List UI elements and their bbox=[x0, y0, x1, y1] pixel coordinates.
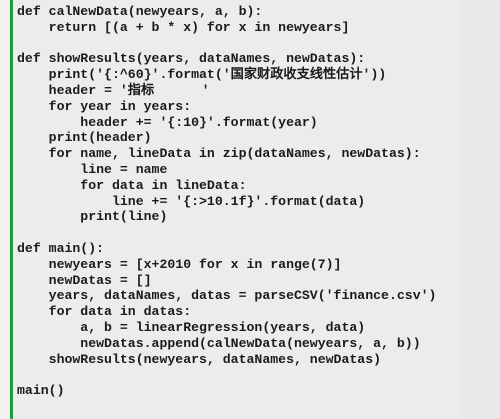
code-line: for name, lineData in zip(dataNames, new… bbox=[17, 146, 421, 162]
code-line: def calNewData(newyears, a, b): bbox=[17, 4, 263, 19]
code-line: line = name bbox=[17, 161, 168, 177]
code-editor[interactable]: def calNewData(newyears, a, b): return [… bbox=[0, 0, 500, 419]
code-line: print(header) bbox=[17, 130, 152, 146]
code-line: newDatas = [] bbox=[17, 272, 152, 288]
code-line: header = '指标 ' bbox=[17, 82, 210, 98]
code-line: for data in datas: bbox=[17, 304, 192, 320]
code-line: header += '{:10}'.format(year) bbox=[17, 114, 318, 130]
code-line: newyears = [x+2010 for x in range(7)] bbox=[17, 256, 342, 272]
code-line: years, dataNames, datas = parseCSV('fina… bbox=[17, 288, 437, 304]
code-line: print('{:^60}'.format('国家财政收支线性估计')) bbox=[17, 67, 387, 83]
code-line: main() bbox=[17, 383, 65, 399]
code-line: print(line) bbox=[17, 209, 168, 225]
gutter-change-marker bbox=[10, 0, 13, 419]
code-line: for year in years: bbox=[17, 98, 192, 114]
code-line: for data in lineData: bbox=[17, 177, 247, 193]
editor-gutter bbox=[0, 0, 10, 419]
code-line: def main(): bbox=[17, 240, 105, 256]
code-line: showResults(newyears, dataNames, newData… bbox=[17, 351, 382, 367]
code-line: a, b = linearRegression(years, data) bbox=[17, 319, 366, 335]
code-line: newDatas.append(calNewData(newyears, a, … bbox=[17, 335, 421, 351]
code-line: return [(a + b * x) for x in newyears] bbox=[17, 19, 350, 35]
code-line: def showResults(years, dataNames, newDat… bbox=[17, 51, 366, 67]
code-area[interactable]: def calNewData(newyears, a, b): return [… bbox=[17, 4, 487, 399]
code-line: line += '{:>10.1f}'.format(data) bbox=[17, 193, 366, 209]
